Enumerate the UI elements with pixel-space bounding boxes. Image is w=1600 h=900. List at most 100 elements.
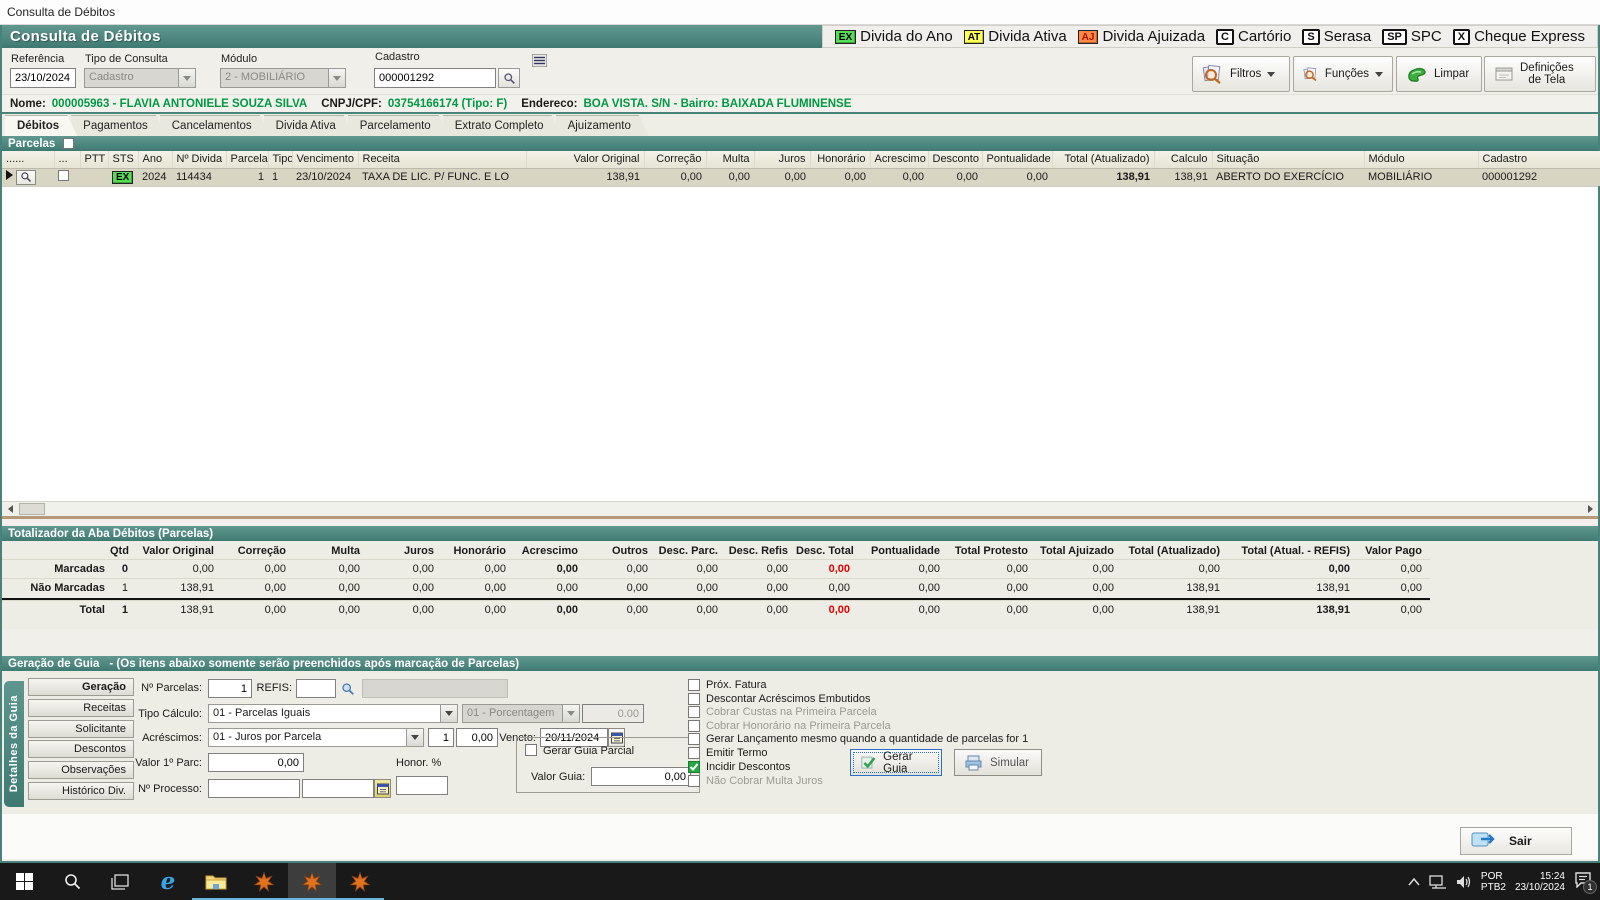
cell-desconto: 0,00 [928, 168, 982, 186]
incidir-descontos-checkbox[interactable] [688, 761, 700, 773]
app-button-2-active[interactable] [288, 863, 336, 900]
spc-badge: SP [1382, 29, 1407, 45]
horizontal-scrollbar[interactable] [2, 501, 1598, 516]
tipo-consulta-select[interactable]: Cadastro [84, 68, 196, 88]
scroll-left-button[interactable] [2, 502, 18, 516]
cobrar-honorario-checkbox[interactable] [688, 720, 700, 732]
system-tray: POR PTB2 15:24 23/10/2024 1 [1408, 863, 1592, 900]
folder-icon [205, 873, 227, 890]
tipo-consulta-label: Tipo de Consulta [85, 53, 168, 65]
acrescimos-select[interactable]: 01 - Juros por Parcela [208, 728, 424, 747]
status-legend: EXDivida do Ano ATDivida Ativa AJDivida … [822, 25, 1598, 48]
tray-expand-icon[interactable] [1408, 878, 1420, 886]
funcoes-button[interactable]: Funções [1293, 56, 1393, 92]
totalizador-table: Qtd Valor Original Correção Multa Juros … [2, 543, 1430, 620]
taskbar-search-button[interactable] [48, 863, 96, 900]
calendar-icon[interactable] [374, 779, 391, 798]
search-icon [341, 682, 355, 696]
refis-input[interactable] [296, 679, 336, 698]
limpar-button[interactable]: Limpar [1396, 56, 1482, 92]
totalizador-area: Qtd Valor Original Correção Multa Juros … [2, 541, 1598, 629]
emitir-termo-checkbox[interactable] [688, 747, 700, 759]
n-processo-input-2[interactable] [302, 779, 374, 798]
acrescimos-label: Acréscimos: [102, 732, 202, 744]
n-parcelas-label: Nº Parcelas: [102, 682, 202, 694]
speaker-icon[interactable] [1456, 875, 1472, 889]
app-button-3[interactable] [336, 863, 384, 900]
acrescimos-qtd-input[interactable] [428, 728, 454, 747]
grid-list-icon[interactable] [530, 52, 548, 68]
cell-vencimento: 23/10/2024 [292, 168, 358, 186]
chevron-down-icon[interactable] [406, 729, 423, 746]
chevron-down-icon[interactable] [178, 69, 195, 87]
cell-acrescimo: 0,00 [870, 168, 928, 186]
cell-pontualidade: 0,00 [982, 168, 1052, 186]
cadastro-search-button[interactable] [498, 68, 520, 88]
internet-explorer-button[interactable]: e [144, 863, 192, 900]
tab-divida-ativa[interactable]: Divida Ativa [264, 115, 354, 136]
scroll-right-button[interactable] [1582, 502, 1598, 516]
gerar-lancamento-checkbox[interactable] [688, 733, 700, 745]
row-expander-icon [6, 170, 13, 180]
sair-button[interactable]: Sair [1460, 827, 1572, 855]
tab-parcelamento[interactable]: Parcelamento [348, 115, 449, 136]
row-checkbox[interactable] [58, 170, 69, 181]
simular-button[interactable]: Simular [954, 749, 1042, 776]
tab-pagamentos[interactable]: Pagamentos [71, 115, 166, 136]
honor-input[interactable] [396, 776, 448, 795]
referencia-input[interactable] [10, 68, 76, 88]
network-icon[interactable] [1429, 875, 1447, 889]
tipo-calculo-select[interactable]: 01 - Parcelas Iguais [208, 704, 458, 723]
filtros-button[interactable]: Filtros [1192, 56, 1290, 92]
chevron-down-icon[interactable] [440, 705, 457, 722]
table-row[interactable]: EX 2024 114434 1 1 23/10/2024 TAXA DE LI… [2, 168, 1600, 186]
endereco-label: Endereco: [521, 98, 577, 110]
cadastro-input[interactable] [374, 68, 496, 88]
porcentagem-amount-input[interactable] [582, 704, 644, 723]
select-all-checkbox[interactable] [63, 138, 74, 149]
tab-cancelamentos[interactable]: Cancelamentos [160, 115, 270, 136]
chevron-down-icon[interactable] [562, 705, 579, 722]
definicoes-tela-button[interactable]: Definiçõesde Tela [1484, 56, 1596, 92]
parcelas-header-row: ...... ... PTT STS Ano Nº Divida Parcela… [2, 151, 1600, 168]
descontar-acrescimos-checkbox[interactable] [688, 693, 700, 705]
tab-ajuizamento[interactable]: Ajuizamento [556, 115, 649, 136]
prox-fatura-checkbox[interactable] [688, 679, 700, 691]
cheque-express-badge: X [1453, 29, 1470, 45]
start-button[interactable] [0, 863, 48, 900]
tab-extrato-completo[interactable]: Extrato Completo [443, 115, 562, 136]
porcentagem-select[interactable]: 01 - Porcentagem [462, 704, 580, 723]
scrollbar-thumb[interactable] [19, 503, 45, 515]
app-button-1[interactable] [240, 863, 288, 900]
cell-n-divida: 114434 [172, 168, 226, 186]
honor-label: Honor. % [396, 757, 486, 769]
row-detail-button[interactable] [16, 170, 36, 185]
valor-guia-input[interactable] [591, 767, 691, 786]
file-explorer-button[interactable] [192, 863, 240, 900]
refis-label: REFIS: [226, 682, 292, 694]
totalizador-row-marcadas: Marcadas 0 0,00 0,00 0,00 0,00 0,00 0,00… [2, 560, 1430, 579]
refis-search-button[interactable] [338, 679, 358, 698]
cell-situacao: ABERTO DO EXERCÍCIO [1212, 168, 1364, 186]
chevron-down-icon[interactable] [328, 69, 345, 87]
tab-debitos[interactable]: Débitos [5, 115, 77, 136]
cobrar-custas-checkbox[interactable] [688, 706, 700, 718]
task-view-button[interactable] [96, 863, 144, 900]
valor-1-parc-input[interactable] [208, 753, 304, 772]
detalhes-da-guia-tab[interactable]: Detalhes da Guia [4, 681, 24, 807]
window-titlebar: Consulta de Débitos [0, 0, 1600, 25]
cell-total-atualizado: 138,91 [1052, 168, 1154, 186]
totalizador-section-header: Totalizador da Aba Débitos (Parcelas) [2, 526, 1598, 541]
gerar-guia-parcial-checkbox[interactable] [525, 744, 537, 756]
n-processo-input[interactable] [208, 779, 300, 798]
language-indicator[interactable]: POR PTB2 [1481, 871, 1506, 893]
guia-parcial-groupbox: Gerar Guia Parcial Valor Guia: [516, 737, 700, 793]
clock[interactable]: 15:24 23/10/2024 [1515, 871, 1565, 893]
functions-search-icon [1303, 64, 1319, 84]
notification-center-button[interactable]: 1 [1574, 872, 1592, 891]
legend-item: CCartório [1216, 28, 1291, 45]
gerar-guia-button[interactable]: Gerar Guia [850, 749, 942, 776]
modulo-select[interactable]: 2 - MOBILIÁRIO [220, 68, 346, 88]
cell-modulo: MOBILIÁRIO [1364, 168, 1478, 186]
nao-cobrar-multa-checkbox[interactable] [688, 775, 700, 787]
